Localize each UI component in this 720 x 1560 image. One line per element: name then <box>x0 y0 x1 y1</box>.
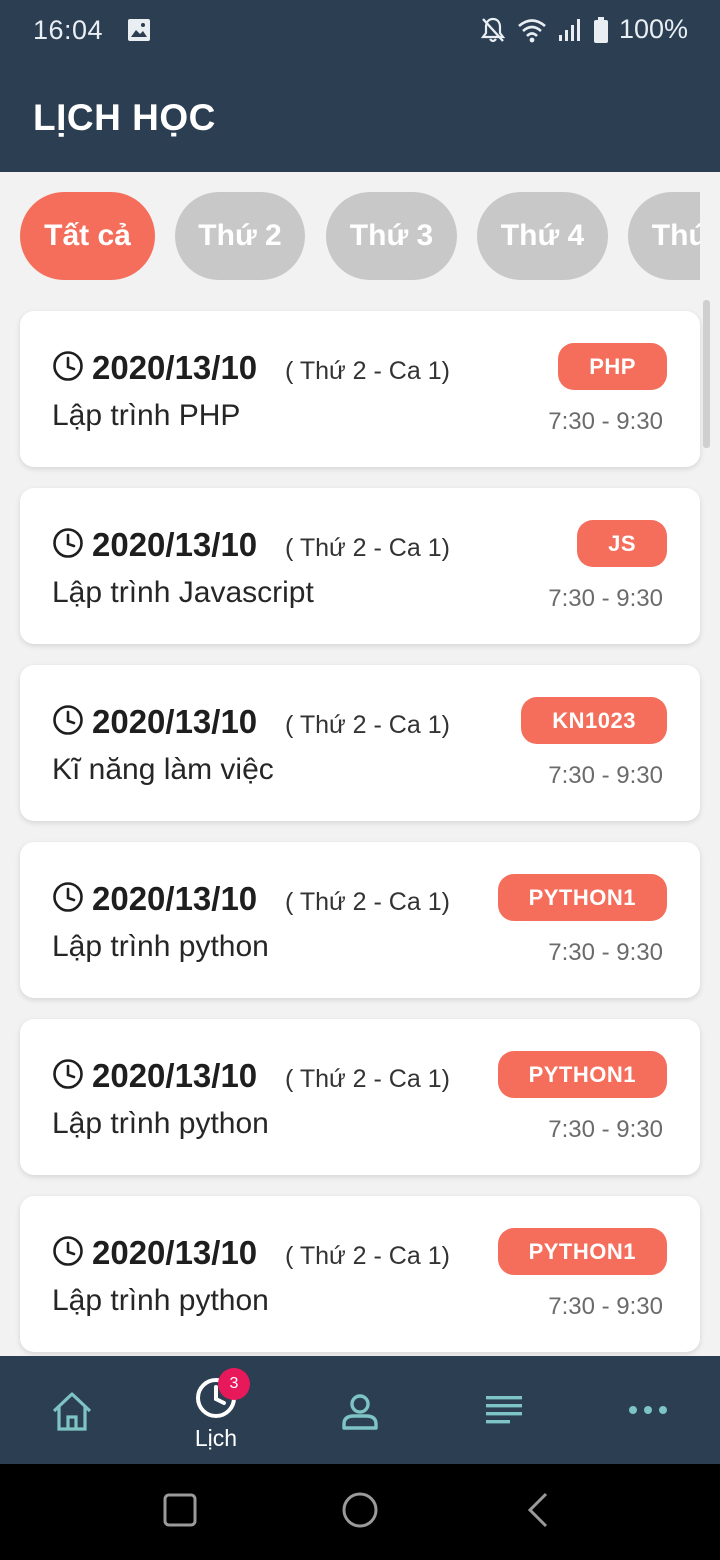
chip-tuesday[interactable]: Thứ 3 <box>326 192 457 280</box>
system-nav-bar <box>0 1464 720 1560</box>
chip-thursday[interactable]: Thứ 5 <box>628 192 700 280</box>
nav-schedule[interactable]: 3 Lịch <box>144 1356 288 1464</box>
bell-off-icon <box>480 17 506 42</box>
class-shift: ( Thứ 2 - Ca 1) <box>285 888 450 916</box>
schedule-card[interactable]: 2020/13/10 ( Thứ 2 - Ca 1) Lập trình PHP PH… <box>20 311 700 467</box>
subject-code-badge: KN1023 <box>521 697 667 744</box>
back-icon[interactable] <box>524 1492 554 1528</box>
schedule-card[interactable]: 2020/13/10 ( Thứ 2 - Ca 1) Lập trình pytho… <box>20 842 700 998</box>
signal-icon <box>558 18 580 41</box>
subject-name: Lập trình python <box>52 1107 269 1140</box>
clock-icon <box>53 528 83 558</box>
page-title: LỊCH HỌC <box>33 97 216 138</box>
class-shift: ( Thứ 2 - Ca 1) <box>285 1242 450 1270</box>
class-date: 2020/13/10 <box>92 1234 258 1271</box>
subject-name: Lập trình python <box>52 1284 269 1317</box>
class-date: 2020/13/10 <box>92 703 258 740</box>
class-shift: ( Thứ 2 - Ca 1) <box>285 534 450 562</box>
schedule-card[interactable]: 2020/13/10 ( Thứ 2 - Ca 1) Lập trình pytho… <box>20 1019 700 1175</box>
nav-schedule-label: Lịch <box>194 1425 238 1451</box>
class-time: 7:30 - 9:30 <box>548 585 663 612</box>
subject-name: Lập trình python <box>52 930 269 963</box>
chip-wednesday[interactable]: Thứ 4 <box>477 192 608 280</box>
user-icon <box>342 1394 378 1430</box>
battery-percent: 100% <box>618 14 688 44</box>
battery-icon <box>593 16 608 43</box>
class-date: 2020/13/10 <box>92 1057 258 1094</box>
class-shift: ( Thứ 2 - Ca 1) <box>285 711 450 739</box>
gallery-icon <box>127 18 151 42</box>
class-shift: ( Thứ 2 - Ca 1) <box>285 357 450 385</box>
status-bar: 16:04 100% <box>0 0 720 62</box>
home-button-icon[interactable] <box>340 1492 380 1532</box>
clock-icon <box>53 351 83 381</box>
more-icon <box>629 1406 667 1414</box>
clock-icon <box>53 882 83 912</box>
home-icon <box>52 1392 92 1431</box>
subject-code-badge: PYTHON1 <box>497 1051 667 1098</box>
class-time: 7:30 - 9:30 <box>548 408 663 435</box>
app-bar: 16:04 100% LỊCH HỌC <box>0 0 720 172</box>
nav-profile[interactable] <box>288 1356 432 1464</box>
nav-list[interactable] <box>432 1356 576 1464</box>
status-time: 16:04 <box>33 15 104 45</box>
clock-icon <box>53 1236 83 1266</box>
status-icons: 100% <box>479 14 688 45</box>
chip-monday[interactable]: Thứ 2 <box>175 192 305 280</box>
class-time: 7:30 - 9:30 <box>548 1116 663 1143</box>
class-shift: ( Thứ 2 - Ca 1) <box>285 1065 450 1093</box>
subject-code-badge: PHP <box>558 343 667 390</box>
subject-code-badge: PYTHON1 <box>497 1228 667 1275</box>
nav-home[interactable] <box>0 1356 144 1464</box>
subject-name: Kĩ năng làm việc <box>52 753 274 786</box>
clock-icon <box>53 1059 83 1089</box>
list-icon <box>486 1396 522 1424</box>
schedule-content[interactable]: Tất cả Thứ 2 Thứ 3 Thứ 4 Thứ 5 2020/13/1… <box>0 172 720 1356</box>
subject-name: Lập trình Javascript <box>52 576 314 609</box>
recents-icon[interactable] <box>162 1492 198 1528</box>
class-date: 2020/13/10 <box>92 526 258 563</box>
class-time: 7:30 - 9:30 <box>548 1293 663 1320</box>
class-time: 7:30 - 9:30 <box>548 762 663 789</box>
notification-badge: 3 <box>218 1368 250 1400</box>
class-time: 7:30 - 9:30 <box>548 939 663 966</box>
scrollbar[interactable] <box>703 300 710 448</box>
nav-more[interactable] <box>576 1356 720 1464</box>
schedule-card[interactable]: 2020/13/10 ( Thứ 2 - Ca 1) Lập trình Javas… <box>20 488 700 644</box>
class-date: 2020/13/10 <box>92 880 258 917</box>
class-date: 2020/13/10 <box>92 349 258 386</box>
subject-code-badge: PYTHON1 <box>497 874 667 921</box>
subject-name: Lập trình PHP <box>52 399 241 432</box>
schedule-card[interactable]: 2020/13/10 ( Thứ 2 - Ca 1) Lập trình pytho… <box>20 1196 700 1352</box>
schedule-card[interactable]: 2020/13/10 ( Thứ 2 - Ca 1) Kĩ năng làm việ… <box>20 665 700 821</box>
day-filter-chips[interactable]: Tất cả Thứ 2 Thứ 3 Thứ 4 Thứ 5 <box>20 192 700 282</box>
wifi-icon <box>518 18 546 42</box>
chip-all[interactable]: Tất cả <box>20 192 155 280</box>
bottom-nav: 3 Lịch <box>0 1356 720 1464</box>
clock-icon <box>53 705 83 735</box>
subject-code-badge: JS <box>577 520 667 567</box>
